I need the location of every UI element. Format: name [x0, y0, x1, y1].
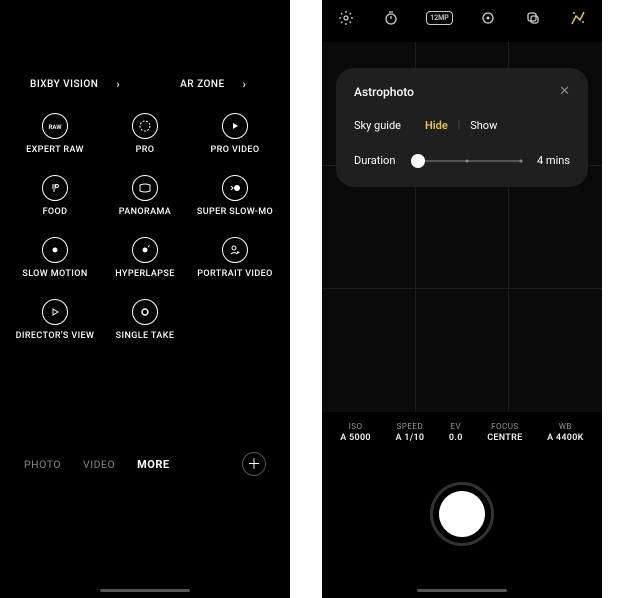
mode-pro-video[interactable]: PRO VIDEO [190, 113, 280, 155]
astrophoto-panel: Astrophoto ✕ Sky guide Hide | Show Durat… [336, 68, 588, 187]
slow-motion-icon [42, 237, 68, 263]
bixby-vision-label: BIXBY VISION [30, 79, 98, 90]
readout-val: 0.0 [449, 433, 463, 443]
pro-icon [132, 113, 158, 139]
grid-line [322, 288, 602, 289]
skyguide-hide-option[interactable]: Hide [425, 119, 448, 132]
astrophoto-screen: 12MP Astrophoto ✕ Sky guide Hide | Show [322, 0, 602, 598]
ar-zone-link[interactable]: AR ZONE › [180, 78, 246, 91]
single-take-icon [132, 299, 158, 325]
readout-speed[interactable]: SPEED A 1/10 [395, 422, 424, 443]
readout-val: A 5000 [340, 433, 371, 443]
hyperlapse-icon [132, 237, 158, 263]
readout-wb[interactable]: WB A 4400K [547, 422, 584, 443]
readout-val: CENTRE [487, 433, 522, 443]
skyguide-label: Sky guide [354, 119, 401, 132]
home-indicator [100, 589, 190, 592]
food-icon [42, 175, 68, 201]
readout-val: A 1/10 [395, 433, 424, 443]
mode-super-slow-mo[interactable]: SUPER SLOW-MO [190, 175, 280, 217]
directors-view-icon [42, 299, 68, 325]
readout-key: SPEED [395, 422, 424, 431]
mode-single-take[interactable]: SINGLE TAKE [100, 299, 190, 341]
option-divider: | [458, 120, 460, 131]
readout-key: EV [449, 422, 463, 431]
duration-row: Duration 4 mins [354, 154, 570, 167]
mode-slow-motion[interactable]: SLOW MOTION [10, 237, 100, 279]
mode-label: DIRECTOR'S VIEW [16, 331, 95, 341]
slider-thumb[interactable] [411, 154, 425, 168]
mode-label: PORTRAIT VIDEO [197, 269, 272, 279]
camera-more-screen: BIXBY VISION › AR ZONE › RAW EXPERT RAW … [0, 0, 290, 598]
mode-label: PRO VIDEO [211, 145, 260, 155]
top-links-row: BIXBY VISION › AR ZONE › [0, 0, 290, 91]
pro-video-icon [222, 113, 248, 139]
add-mode-button[interactable]: ＋ [242, 452, 266, 476]
mode-label: PANORAMA [119, 207, 171, 217]
mode-label: SUPER SLOW-MO [197, 207, 273, 217]
portrait-video-icon [222, 237, 248, 263]
mode-tabs: PHOTO VIDEO MORE ＋ [0, 452, 290, 476]
aspect-icon[interactable] [523, 8, 543, 28]
metering-icon[interactable] [478, 8, 498, 28]
mode-label: SLOW MOTION [22, 269, 87, 279]
panel-title: Astrophoto [354, 85, 414, 99]
settings-icon[interactable] [336, 8, 356, 28]
expert-raw-icon: RAW [42, 113, 68, 139]
viewfinder[interactable]: Astrophoto ✕ Sky guide Hide | Show Durat… [322, 42, 602, 412]
readout-focus[interactable]: FOCUS CENTRE [487, 422, 522, 443]
duration-slider[interactable] [413, 160, 521, 162]
mode-label: EXPERT RAW [26, 145, 84, 155]
panorama-icon [132, 175, 158, 201]
shutter-area [430, 482, 494, 546]
skyguide-show-option[interactable]: Show [470, 119, 497, 132]
timer-icon[interactable] [381, 8, 401, 28]
ar-zone-label: AR ZONE [180, 79, 224, 90]
shutter-button[interactable] [439, 491, 485, 537]
readout-key: FOCUS [487, 422, 522, 431]
mode-panorama[interactable]: PANORAMA [100, 175, 190, 217]
readout-iso[interactable]: ISO A 5000 [340, 422, 371, 443]
skyguide-row: Sky guide Hide | Show [354, 119, 570, 132]
super-slow-mo-icon [222, 175, 248, 201]
tab-photo[interactable]: PHOTO [24, 458, 61, 471]
mode-label: FOOD [43, 207, 68, 217]
astrophoto-icon[interactable] [568, 8, 588, 28]
mode-expert-raw[interactable]: RAW EXPERT RAW [10, 113, 100, 155]
resolution-badge[interactable]: 12MP [426, 11, 453, 25]
chevron-right-icon: › [116, 78, 120, 91]
mode-label: HYPERLAPSE [115, 269, 174, 279]
readout-key: ISO [340, 422, 371, 431]
tab-video[interactable]: VIDEO [83, 458, 115, 471]
home-indicator [417, 589, 507, 592]
pro-readout: ISO A 5000 SPEED A 1/10 EV 0.0 FOCUS CEN… [322, 418, 602, 447]
camera-topbar: 12MP [322, 0, 602, 36]
mode-label: PRO [136, 145, 155, 155]
svg-text:RAW: RAW [49, 124, 62, 131]
mode-grid: RAW EXPERT RAW PRO PRO VIDEO FOOD [0, 91, 290, 341]
readout-val: A 4400K [547, 433, 584, 443]
readout-key: WB [547, 422, 584, 431]
duration-value: 4 mins [537, 154, 570, 167]
mode-hyperlapse[interactable]: HYPERLAPSE [100, 237, 190, 279]
bixby-vision-link[interactable]: BIXBY VISION › [30, 78, 120, 91]
slider-tick [520, 159, 523, 162]
mode-directors-view[interactable]: DIRECTOR'S VIEW [10, 299, 100, 341]
close-icon[interactable]: ✕ [559, 84, 570, 99]
mode-food[interactable]: FOOD [10, 175, 100, 217]
mode-pro[interactable]: PRO [100, 113, 190, 155]
shutter-ring [430, 482, 494, 546]
tab-more[interactable]: MORE [137, 458, 169, 471]
mode-portrait-video[interactable]: PORTRAIT VIDEO [190, 237, 280, 279]
chevron-right-icon: › [243, 78, 247, 91]
mode-label: SINGLE TAKE [116, 331, 175, 341]
slider-tick [466, 159, 469, 162]
duration-label: Duration [354, 154, 395, 167]
readout-ev[interactable]: EV 0.0 [449, 422, 463, 443]
